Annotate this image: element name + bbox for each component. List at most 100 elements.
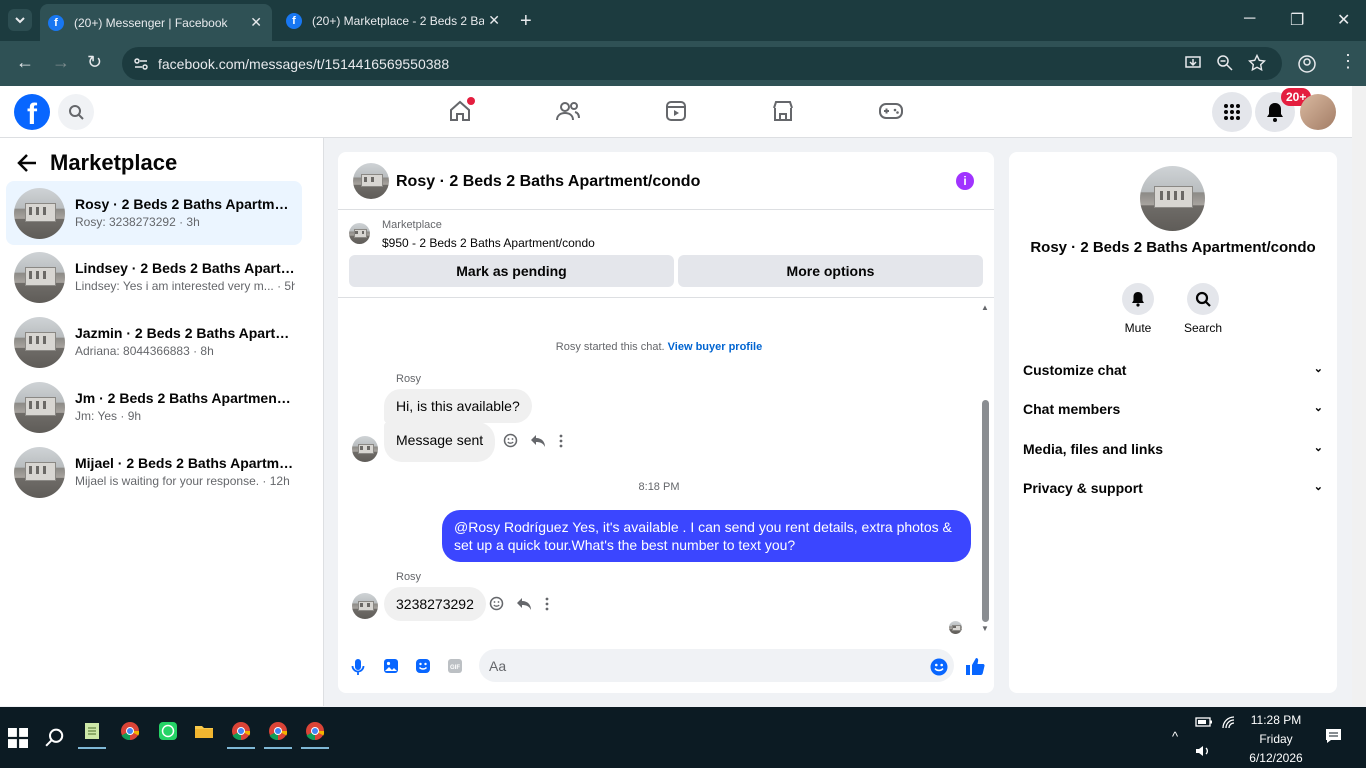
gif-icon[interactable]: GIF: [447, 658, 463, 674]
listing-thumbnail[interactable]: [349, 223, 370, 244]
clock-day: Friday: [1259, 732, 1293, 746]
gaming-icon[interactable]: [879, 100, 903, 122]
restore-button[interactable]: ❐: [1290, 10, 1304, 30]
forward-arrow-icon[interactable]: →: [52, 52, 70, 73]
microphone-icon[interactable]: [351, 658, 365, 676]
browser-menu-icon[interactable]: ⋮: [1339, 51, 1357, 72]
chrome-taskbar-icon[interactable]: [120, 721, 140, 741]
sender-avatar[interactable]: [352, 436, 378, 462]
notepad-taskbar-icon[interactable]: [78, 721, 106, 749]
scroll-down-arrow-icon[interactable]: ▼: [981, 624, 989, 633]
menu-button[interactable]: [1212, 92, 1252, 132]
message-bubble[interactable]: 3238273292: [384, 587, 486, 621]
conversation-item[interactable]: Jm · 2 Beds 2 Baths Apartment/... Jm: Ye…: [6, 375, 302, 439]
windows-start-icon[interactable]: [8, 728, 28, 748]
mark-as-pending-button[interactable]: Mark as pending: [349, 255, 674, 287]
search-icon: [69, 105, 84, 120]
back-arrow-icon[interactable]: [16, 152, 38, 174]
more-vertical-icon[interactable]: [558, 434, 564, 448]
friends-icon[interactable]: [556, 100, 580, 122]
account-avatar[interactable]: [1300, 94, 1336, 130]
view-buyer-profile-link[interactable]: View buyer profile: [668, 341, 763, 353]
page-scrollbar[interactable]: [1352, 86, 1366, 706]
emoji-react-icon[interactable]: [503, 433, 518, 448]
scroll-up-arrow-icon[interactable]: ▲: [981, 303, 989, 312]
reply-icon[interactable]: [530, 434, 546, 448]
profile-icon[interactable]: [1297, 54, 1317, 74]
photo-icon[interactable]: [383, 658, 399, 674]
more-options-button[interactable]: More options: [678, 255, 983, 287]
listing-title[interactable]: $950 - 2 Beds 2 Baths Apartment/condo: [382, 236, 595, 250]
video-icon[interactable]: [665, 100, 687, 122]
media-files-links-section[interactable]: Media, files and links ⌄: [1023, 441, 1323, 457]
home-notification-dot: [467, 97, 475, 105]
search-in-chat-button[interactable]: Search: [1168, 283, 1238, 335]
bookmark-star-icon[interactable]: [1248, 54, 1266, 72]
message-bubble[interactable]: Message sent: [384, 422, 496, 462]
mute-button[interactable]: Mute: [1103, 283, 1173, 335]
search-icon[interactable]: [45, 728, 65, 748]
chat-header: Rosy · 2 Beds 2 Baths Apartment/condo i: [338, 152, 994, 210]
conversation-item[interactable]: Lindsey · 2 Beds 2 Baths Apartm... Linds…: [6, 245, 302, 309]
sidebar-title: Marketplace: [50, 150, 178, 175]
chat-info-panel: Rosy · 2 Beds 2 Baths Apartment/condo Mu…: [1009, 152, 1337, 693]
message-composer: GIF: [338, 644, 994, 693]
outgoing-message-bubble[interactable]: @Rosy Rodríguez Yes, it's available . I …: [442, 510, 971, 562]
message-bubble[interactable]: Hi, is this available?: [384, 389, 532, 423]
zoom-icon[interactable]: [1216, 54, 1234, 72]
emoji-react-icon[interactable]: [489, 596, 504, 611]
close-icon[interactable]: ✕: [488, 12, 500, 29]
section-label: Chat members: [1023, 401, 1121, 417]
facebook-search-button[interactable]: [58, 94, 94, 130]
chat-avatar[interactable]: [353, 163, 389, 199]
system-clock[interactable]: 11:28 PM Friday 6/12/2026: [1232, 711, 1320, 768]
thumbs-up-icon[interactable]: [965, 656, 985, 676]
tab-marketplace[interactable]: f (20+) Marketplace - 2 Beds 2 Ba ✕: [278, 6, 510, 35]
chat-members-section[interactable]: Chat members ⌄: [1023, 401, 1323, 417]
install-app-icon[interactable]: [1184, 54, 1202, 72]
reload-icon[interactable]: ↻: [87, 52, 102, 73]
tab-messenger[interactable]: f (20+) Messenger | Facebook ✕: [40, 4, 272, 41]
conversation-item[interactable]: Rosy · 2 Beds 2 Baths Apartmen... Rosy: …: [6, 181, 302, 245]
facebook-logo[interactable]: f: [14, 94, 50, 130]
battery-icon[interactable]: [1195, 716, 1213, 728]
address-bar[interactable]: facebook.com/messages/t/1514416569550388: [122, 47, 1282, 80]
emoji-icon[interactable]: [930, 658, 948, 676]
new-tab-button[interactable]: +: [520, 10, 532, 33]
notification-center-icon[interactable]: [1325, 728, 1342, 744]
whatsapp-taskbar-icon[interactable]: [158, 721, 178, 741]
site-settings-icon[interactable]: [132, 55, 150, 73]
sticker-icon[interactable]: [415, 658, 431, 674]
chrome-taskbar-icon[interactable]: [301, 721, 329, 749]
listing-thumbnail: [14, 317, 65, 368]
volume-icon[interactable]: [1195, 744, 1211, 758]
marketplace-icon[interactable]: [772, 100, 794, 122]
chat-title[interactable]: Rosy · 2 Beds 2 Baths Apartment/condo: [396, 173, 700, 191]
minimize-button[interactable]: ─: [1244, 10, 1255, 28]
conversation-item[interactable]: Mijael · 2 Beds 2 Baths Apartme... Mijae…: [6, 440, 302, 504]
conversation-item[interactable]: Jazmin · 2 Beds 2 Baths Apartm... Adrian…: [6, 310, 302, 374]
listing-avatar[interactable]: [1140, 166, 1205, 231]
file-explorer-taskbar-icon[interactable]: [194, 721, 214, 741]
chat-panel: Rosy · 2 Beds 2 Baths Apartment/condo i …: [338, 152, 994, 693]
logo-letter: f: [27, 98, 37, 130]
listing-thumbnail: [14, 188, 65, 239]
reply-icon[interactable]: [516, 597, 532, 611]
message-input[interactable]: [479, 649, 954, 682]
window-close-button[interactable]: ✕: [1337, 10, 1350, 30]
back-arrow-icon[interactable]: ←: [16, 52, 34, 73]
chevron-down-icon: ⌄: [1313, 363, 1323, 375]
chrome-taskbar-icon-active[interactable]: [264, 721, 292, 749]
facebook-favicon-icon: f: [48, 14, 64, 31]
sender-name: Rosy: [396, 571, 422, 583]
chevron-up-icon[interactable]: ^: [1172, 729, 1178, 744]
chrome-taskbar-icon[interactable]: [227, 721, 255, 749]
sender-avatar[interactable]: [352, 593, 378, 619]
privacy-support-section[interactable]: Privacy & support ⌄: [1023, 480, 1323, 496]
info-icon[interactable]: i: [956, 172, 974, 190]
tab-search-button[interactable]: [8, 9, 32, 31]
chat-scrollbar[interactable]: [982, 400, 989, 622]
more-vertical-icon[interactable]: [544, 597, 550, 611]
customize-chat-section[interactable]: Customize chat ⌄: [1023, 362, 1323, 378]
close-icon[interactable]: ✕: [250, 14, 262, 31]
